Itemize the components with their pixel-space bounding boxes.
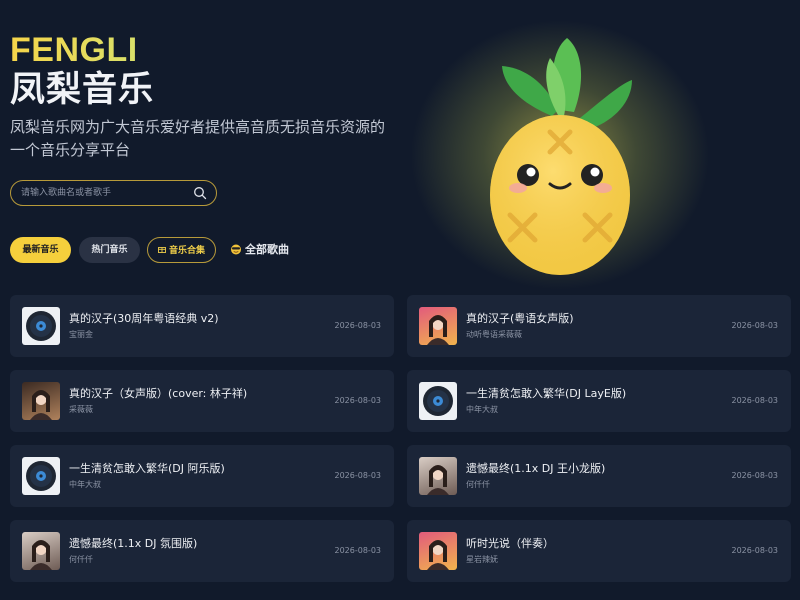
tab-collection-label: 音乐合集 <box>168 246 205 256</box>
song-artist[interactable]: 何仟仟 <box>69 554 93 566</box>
search-icon[interactable] <box>193 186 207 200</box>
song-title[interactable]: 真的汉子（女声版）(cover: 林子祥) <box>69 387 247 401</box>
tab-all-songs[interactable]: 全部歌曲 <box>230 237 300 263</box>
song-title[interactable]: 遗憾最终(1.1x DJ 王小龙版) <box>466 462 605 476</box>
song-title[interactable]: 真的汉子(30周年粤语经典 v2) <box>69 312 219 326</box>
song-title[interactable]: 一生清贫怎敢入繁华(DJ LayE版) <box>466 387 626 401</box>
song-date: 2026-08-03 <box>334 396 382 405</box>
song-card[interactable]: 一生清贫怎敢入繁华(DJ 阿乐版) 中年大叔 2026-08-03 <box>10 445 394 507</box>
song-date: 2026-08-03 <box>731 321 779 330</box>
song-card[interactable]: 听时光说（伴奏） 星岩辣妩 2026-08-03 <box>407 520 791 582</box>
song-card[interactable]: 真的汉子(30周年粤语经典 v2) 宝丽金 2026-08-03 <box>10 295 394 357</box>
song-date: 2026-08-03 <box>731 471 779 480</box>
brand-english: FENGLI <box>10 31 138 69</box>
song-date: 2026-08-03 <box>731 396 779 405</box>
disc-icon <box>26 311 56 341</box>
disc-icon <box>26 461 56 491</box>
song-cover[interactable] <box>419 532 457 570</box>
song-card[interactable]: 遗憾最终(1.1x DJ 氛围版) 何仟仟 2026-08-03 <box>10 520 394 582</box>
song-title[interactable]: 遗憾最终(1.1x DJ 氛围版) <box>69 537 197 551</box>
search-box[interactable]: 请输入歌曲名或者歌手 <box>10 180 217 206</box>
song-artist[interactable]: 动听粤语采薇薇 <box>466 329 522 341</box>
song-cover[interactable] <box>22 382 60 420</box>
song-artist[interactable]: 宝丽金 <box>69 329 93 341</box>
song-artist[interactable]: 采薇薇 <box>69 404 93 416</box>
disc-icon <box>423 386 453 416</box>
tab-collection[interactable]: 音乐合集 <box>147 237 216 263</box>
slogan: 凤梨音乐网为广大音乐爱好者提供高音质无损音乐资源的一个音乐分享平台 <box>10 118 386 159</box>
song-artist[interactable]: 中年大叔 <box>466 404 498 416</box>
tab-hot[interactable]: 热门音乐 <box>79 237 140 263</box>
song-title[interactable]: 真的汉子(粤语女声版) <box>466 312 574 326</box>
song-title[interactable]: 一生清贫怎敢入繁华(DJ 阿乐版) <box>69 462 225 476</box>
song-artist[interactable]: 星岩辣妩 <box>466 554 498 566</box>
song-date: 2026-08-03 <box>334 546 382 555</box>
search-input[interactable]: 请输入歌曲名或者歌手 <box>21 187 111 199</box>
song-cover[interactable] <box>22 532 60 570</box>
artist-photo <box>30 540 52 570</box>
song-artist[interactable]: 何仟仟 <box>466 479 490 491</box>
song-card[interactable]: 真的汉子(粤语女声版) 动听粤语采薇薇 2026-08-03 <box>407 295 791 357</box>
artist-photo <box>427 465 449 495</box>
pineapple-icon <box>490 38 632 275</box>
song-date: 2026-08-03 <box>334 471 382 480</box>
tab-all-label: 全部歌曲 <box>245 243 289 256</box>
song-artist[interactable]: 中年大叔 <box>69 479 101 491</box>
song-card[interactable]: 真的汉子（女声版）(cover: 林子祥) 采薇薇 2026-08-03 <box>10 370 394 432</box>
song-card[interactable]: 一生清贫怎敢入繁华(DJ LayE版) 中年大叔 2026-08-03 <box>407 370 791 432</box>
song-cover[interactable] <box>22 457 60 495</box>
song-date: 2026-08-03 <box>334 321 382 330</box>
face-icon <box>230 237 242 263</box>
artist-photo <box>427 315 449 345</box>
artist-photo <box>427 540 449 570</box>
artist-photo <box>30 390 52 420</box>
song-cover[interactable] <box>419 457 457 495</box>
pineapple-mascot <box>405 15 715 295</box>
song-cover[interactable] <box>22 307 60 345</box>
song-date: 2026-08-03 <box>731 546 779 555</box>
song-cover[interactable] <box>419 307 457 345</box>
hero-section: FENGLI 凤梨音乐 凤梨音乐网为广大音乐爱好者提供高音质无损音乐资源的一个音… <box>0 0 800 295</box>
tab-latest[interactable]: 最新音乐 <box>10 237 71 263</box>
gift-icon <box>158 238 166 264</box>
song-card[interactable]: 遗憾最终(1.1x DJ 王小龙版) 何仟仟 2026-08-03 <box>407 445 791 507</box>
brand-chinese: 凤梨音乐 <box>10 70 155 110</box>
song-cover[interactable] <box>419 382 457 420</box>
song-title[interactable]: 听时光说（伴奏） <box>466 537 554 551</box>
